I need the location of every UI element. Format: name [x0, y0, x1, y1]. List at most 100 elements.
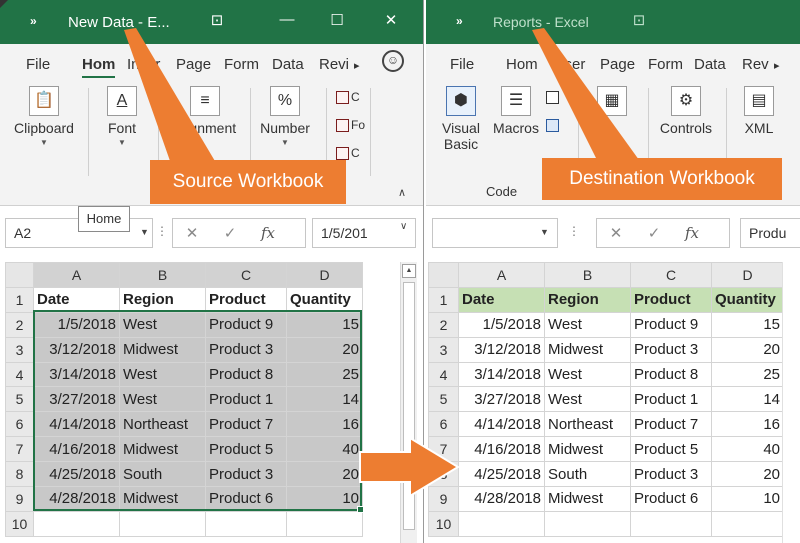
scroll-thumb[interactable] — [403, 282, 415, 530]
cell[interactable]: Quantity — [286, 286, 363, 313]
cell[interactable]: Product 3 — [630, 336, 712, 363]
format-as-table-button[interactable]: Fo — [336, 118, 365, 133]
cell[interactable]: 16 — [711, 411, 784, 438]
tab-scroll-right-icon[interactable]: ▸ — [774, 59, 780, 72]
row-header[interactable]: 9 — [428, 486, 459, 512]
cell[interactable]: Midwest — [544, 436, 631, 463]
cell[interactable]: Midwest — [544, 336, 631, 363]
column-header-b[interactable]: B — [544, 262, 631, 288]
cell[interactable]: West — [119, 311, 206, 338]
column-header-b[interactable]: B — [119, 262, 206, 288]
cell[interactable]: Date — [33, 286, 120, 313]
select-all-corner[interactable] — [5, 262, 34, 288]
select-all-corner[interactable] — [428, 262, 459, 288]
row-header[interactable]: 6 — [428, 411, 459, 438]
cell[interactable]: 10 — [711, 486, 784, 512]
chevron-down-icon[interactable]: ∨ — [400, 221, 407, 232]
chevron-down-icon[interactable]: ▼ — [140, 227, 149, 237]
cell[interactable]: 3/14/2018 — [33, 361, 120, 388]
tab-insert[interactable]: Inser — [552, 56, 585, 73]
cell[interactable]: West — [119, 361, 206, 388]
cell[interactable]: 3/12/2018 — [458, 336, 545, 363]
close-icon[interactable]: ✕ — [380, 11, 402, 29]
record-macro-icon[interactable] — [546, 90, 561, 105]
row-header[interactable]: 8 — [428, 461, 459, 488]
insert-function-icon[interactable]: fx — [673, 219, 711, 247]
cell-styles-button[interactable]: C — [336, 146, 360, 161]
source-vertical-scrollbar[interactable]: ▲ — [400, 262, 417, 543]
cell[interactable]: Region — [119, 286, 206, 313]
cell[interactable]: 3/14/2018 — [458, 361, 545, 388]
cell[interactable]: Product 8 — [205, 361, 287, 388]
cell[interactable]: 25 — [711, 361, 784, 388]
cell[interactable]: Product 6 — [205, 486, 287, 512]
cell[interactable]: 20 — [711, 336, 784, 363]
column-header-c[interactable]: C — [630, 262, 712, 288]
macros-button[interactable]: ☰ Macros — [488, 86, 544, 136]
tab-page-layout[interactable]: Page — [600, 56, 635, 73]
cell[interactable]: 40 — [711, 436, 784, 463]
cell[interactable]: Northeast — [119, 411, 206, 438]
relative-references-icon[interactable] — [546, 118, 561, 133]
tab-home[interactable]: Hom — [506, 56, 538, 73]
tab-page-layout[interactable]: Page — [176, 56, 211, 73]
tab-formulas[interactable]: Form — [224, 56, 259, 73]
cell[interactable]: West — [544, 386, 631, 413]
column-header-d[interactable]: D — [711, 262, 784, 288]
cell[interactable]: 16 — [286, 411, 363, 438]
maximize-icon[interactable]: ☐ — [326, 11, 348, 29]
tab-review[interactable]: Rev — [742, 56, 769, 73]
cell[interactable]: Product 7 — [630, 411, 712, 438]
clipboard-group[interactable]: 📋 Clipboard ▼ — [12, 86, 76, 147]
cell[interactable]: 3/27/2018 — [33, 386, 120, 413]
cell[interactable] — [286, 510, 363, 537]
column-header-a[interactable]: A — [33, 262, 120, 288]
cell[interactable]: Product 5 — [205, 436, 287, 463]
cell[interactable] — [458, 510, 545, 537]
row-header[interactable]: 10 — [5, 510, 34, 537]
font-group[interactable]: A Font ▼ — [100, 86, 144, 147]
cell[interactable]: 4/28/2018 — [33, 486, 120, 512]
tab-scroll-right-icon[interactable]: ▸ — [354, 59, 360, 72]
tab-file[interactable]: File — [26, 56, 50, 73]
add-ins-button[interactable]: ▦ — [592, 86, 632, 120]
conditional-formatting-button[interactable]: C — [336, 90, 360, 105]
xml-button[interactable]: ▤ XML — [736, 86, 782, 136]
cell[interactable]: Product 9 — [630, 311, 712, 338]
cell[interactable]: Midwest — [119, 336, 206, 363]
row-header[interactable]: 4 — [5, 361, 34, 388]
cell[interactable]: Quantity — [711, 286, 784, 313]
tab-data[interactable]: Data — [694, 56, 726, 73]
cell[interactable]: 20 — [711, 461, 784, 488]
cell[interactable]: Product — [630, 286, 712, 313]
column-header-c[interactable]: C — [205, 262, 287, 288]
cell[interactable] — [630, 510, 712, 537]
cell[interactable]: West — [544, 311, 631, 338]
cell[interactable]: West — [544, 361, 631, 388]
chevron-down-icon[interactable]: ▼ — [540, 227, 549, 237]
cell[interactable]: 25 — [286, 361, 363, 388]
row-header[interactable]: 6 — [5, 411, 34, 438]
cell[interactable]: 4/14/2018 — [458, 411, 545, 438]
cell[interactable]: 4/28/2018 — [458, 486, 545, 512]
cancel-icon[interactable]: ✕ — [597, 220, 635, 248]
row-header[interactable]: 2 — [428, 311, 459, 338]
cell[interactable]: Midwest — [119, 436, 206, 463]
row-header[interactable]: 8 — [5, 461, 34, 488]
row-header[interactable]: 9 — [5, 486, 34, 512]
column-header-a[interactable]: A — [458, 262, 545, 288]
cell[interactable]: Product 8 — [630, 361, 712, 388]
cell[interactable]: Product 1 — [205, 386, 287, 413]
cell[interactable]: 10 — [286, 486, 363, 512]
cell[interactable]: Northeast — [544, 411, 631, 438]
scroll-up-icon[interactable]: ▲ — [402, 264, 416, 278]
confirm-icon[interactable]: ✓ — [635, 220, 673, 248]
cell[interactable]: 14 — [286, 386, 363, 413]
cell[interactable]: Product 1 — [630, 386, 712, 413]
insert-function-icon[interactable]: fx — [249, 219, 287, 247]
collapse-ribbon-icon[interactable]: ∧ — [398, 186, 406, 199]
cell[interactable]: 40 — [286, 436, 363, 463]
confirm-icon[interactable]: ✓ — [211, 220, 249, 248]
row-header[interactable]: 1 — [5, 286, 34, 313]
cell[interactable]: 1/5/2018 — [458, 311, 545, 338]
